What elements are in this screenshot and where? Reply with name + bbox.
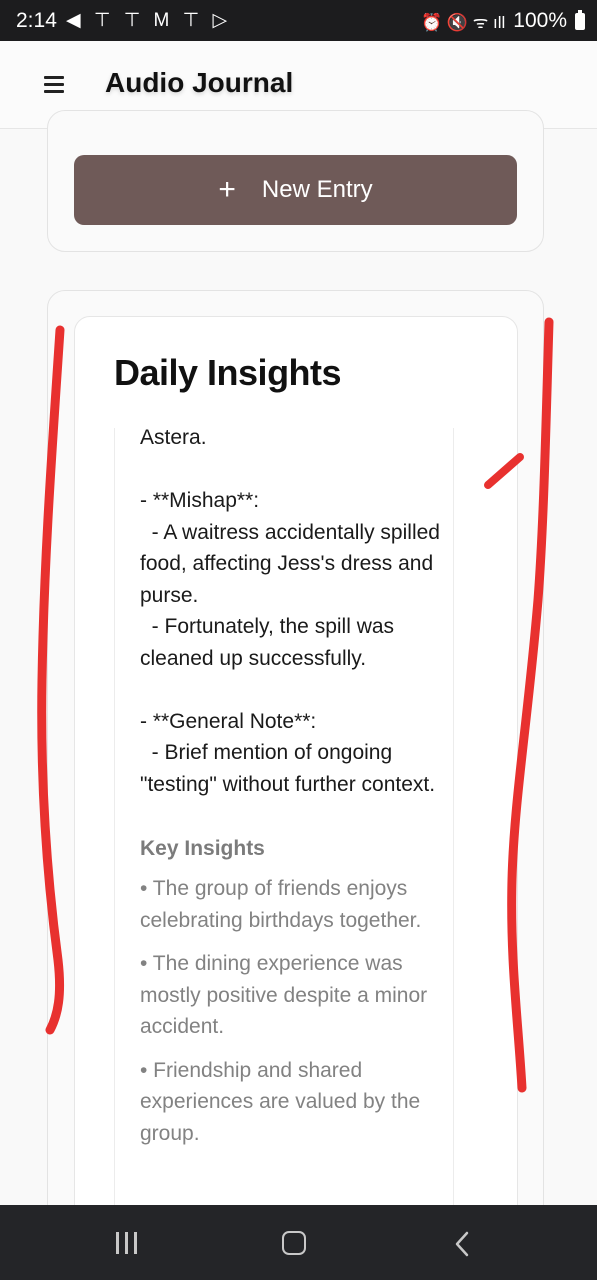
key-insight-item: • Friendship and shared experiences are … <box>140 1058 421 1145</box>
page-title: Audio Journal <box>105 67 294 98</box>
back-icon[interactable] <box>452 1230 472 1258</box>
status-right: ⏰ 🔇 ᯤ ıll 100% <box>421 9 585 33</box>
system-status-icons: ⏰ 🔇 ᯤ ıll <box>420 12 506 32</box>
plus-icon: + <box>218 173 236 206</box>
new-entry-button[interactable]: + New Entry <box>74 155 517 225</box>
insights-summary-text: Astera. - **Mishap**: - A waitress accid… <box>140 428 440 796</box>
recent-apps-icon[interactable] <box>116 1232 140 1254</box>
status-time: 2:14 <box>16 9 57 32</box>
home-icon[interactable] <box>282 1231 306 1255</box>
insights-scroll-area[interactable]: Astera. - **Mishap**: - A waitress accid… <box>114 428 454 1218</box>
battery-icon <box>575 9 585 30</box>
hamburger-menu-icon[interactable] <box>44 76 64 93</box>
key-insights-heading: Key Insights <box>140 837 265 860</box>
system-nav-bar <box>0 1205 597 1280</box>
notification-icons: ◀ ⊤ ⊤ M ⊤ ▷ <box>66 10 232 31</box>
new-entry-label: New Entry <box>261 176 373 203</box>
status-bar: 2:14 ◀ ⊤ ⊤ M ⊤ ▷ ⏰ 🔇 ᯤ ıll 100% <box>0 0 597 41</box>
key-insight-item: • The group of friends enjoys celebratin… <box>140 877 422 932</box>
insights-title: Daily Insights <box>114 352 342 393</box>
key-insight-item: • The dining experience was mostly posit… <box>140 952 428 1038</box>
battery-percent: 100% <box>513 9 567 32</box>
